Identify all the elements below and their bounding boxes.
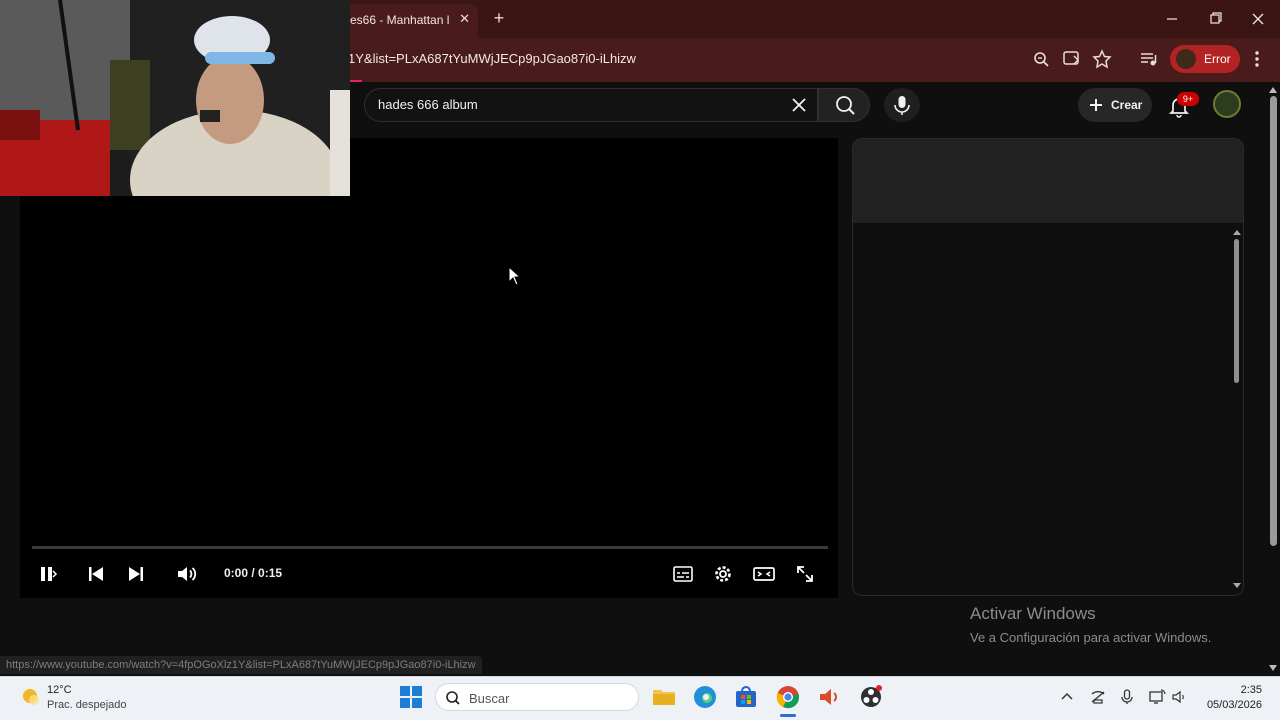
pause-button[interactable] bbox=[36, 562, 60, 586]
clock-date: 05/03/2026 bbox=[1206, 699, 1262, 711]
weather-description[interactable]: Prac. despejado bbox=[47, 699, 127, 711]
search-input[interactable]: hades 666 album bbox=[378, 97, 478, 112]
file-explorer-icon[interactable] bbox=[651, 684, 677, 710]
media-controls-icon[interactable] bbox=[1137, 48, 1161, 70]
subtitles-icon[interactable] bbox=[671, 562, 695, 586]
edge-browser-icon[interactable] bbox=[692, 684, 718, 710]
taskbar-search[interactable]: Buscar bbox=[435, 683, 639, 711]
network-disconnected-icon[interactable] bbox=[1089, 688, 1107, 706]
weather-sun-icon[interactable] bbox=[18, 684, 42, 708]
minimize-button[interactable] bbox=[1157, 8, 1187, 30]
speaker-tray-icon[interactable] bbox=[1171, 688, 1189, 706]
profile-error-label: Error bbox=[1204, 52, 1231, 66]
next-button[interactable] bbox=[124, 562, 148, 586]
video-time: 0:00 / 0:15 bbox=[224, 566, 283, 580]
show-hidden-icons[interactable] bbox=[1058, 688, 1076, 706]
close-window-button[interactable] bbox=[1243, 8, 1273, 30]
settings-gear-icon[interactable] bbox=[711, 562, 735, 586]
microsoft-store-icon[interactable] bbox=[733, 684, 759, 710]
create-label: Crear bbox=[1111, 98, 1143, 112]
chrome-running-indicator bbox=[780, 714, 796, 717]
video-progress-bar[interactable] bbox=[32, 546, 828, 549]
display-tray-icon[interactable] bbox=[1148, 688, 1166, 706]
taskbar-search-placeholder: Buscar bbox=[469, 691, 510, 706]
profile-error-button[interactable]: Error bbox=[1170, 45, 1240, 73]
microphone-tray-icon[interactable] bbox=[1118, 688, 1136, 706]
playlist-scroll-thumb[interactable] bbox=[1234, 239, 1239, 383]
theater-mode-icon[interactable] bbox=[752, 562, 776, 586]
webcam-overlay bbox=[0, 0, 350, 196]
volume-icon[interactable] bbox=[174, 562, 198, 586]
bookmark-star-icon[interactable] bbox=[1090, 48, 1114, 70]
mouse-cursor-icon bbox=[508, 266, 522, 286]
playlist-panel bbox=[852, 138, 1244, 596]
search-button[interactable] bbox=[818, 88, 870, 122]
link-status-bar: https://www.youtube.com/watch?v=4fpOGoXl… bbox=[0, 656, 482, 674]
clear-search-icon[interactable] bbox=[789, 95, 809, 115]
create-button[interactable]: Crear bbox=[1078, 88, 1152, 122]
obs-studio-icon[interactable] bbox=[858, 684, 884, 710]
activate-windows-watermark: Activar Windows Ve a Configuración para … bbox=[970, 604, 1211, 645]
audio-app-icon[interactable] bbox=[816, 684, 842, 710]
voice-search-button[interactable] bbox=[884, 88, 920, 122]
search-icon bbox=[446, 691, 460, 705]
new-tab-button[interactable]: + bbox=[488, 8, 510, 30]
playlist-panel-header bbox=[853, 139, 1243, 223]
tab-close-icon[interactable]: ✕ bbox=[459, 11, 470, 27]
search-box[interactable]: hades 666 album bbox=[364, 88, 818, 122]
install-app-icon[interactable] bbox=[1060, 48, 1084, 70]
account-avatar[interactable] bbox=[1213, 90, 1241, 118]
fullscreen-icon[interactable] bbox=[793, 562, 817, 586]
previous-button[interactable] bbox=[84, 562, 108, 586]
profile-avatar bbox=[1176, 49, 1196, 69]
notification-badge: 9+ bbox=[1177, 92, 1199, 106]
weather-temperature[interactable]: 12°C bbox=[47, 684, 72, 696]
plus-icon bbox=[1090, 99, 1102, 111]
windows-taskbar bbox=[0, 676, 1280, 720]
video-player[interactable] bbox=[20, 138, 838, 598]
clock-time: 2:35 bbox=[1240, 684, 1262, 696]
restore-button[interactable] bbox=[1200, 8, 1230, 30]
tab-title: es66 - Manhattan ll bbox=[350, 13, 450, 27]
activate-subtitle: Ve a Configuración para activar Windows. bbox=[970, 630, 1212, 645]
browser-tab-active[interactable]: es66 - Manhattan ll ✕ bbox=[340, 4, 478, 38]
page-load-indicator bbox=[350, 80, 362, 82]
zoom-icon[interactable] bbox=[1030, 48, 1054, 70]
activate-title: Activar Windows bbox=[970, 604, 1096, 623]
taskbar-clock[interactable]: 2:35 05/03/2026 bbox=[1196, 683, 1262, 713]
chrome-icon[interactable] bbox=[775, 684, 801, 710]
windows-start-icon[interactable] bbox=[398, 684, 424, 710]
microphone-icon bbox=[894, 96, 910, 115]
more-menu-icon[interactable] bbox=[1248, 48, 1266, 70]
page-scroll-thumb[interactable] bbox=[1270, 96, 1277, 546]
